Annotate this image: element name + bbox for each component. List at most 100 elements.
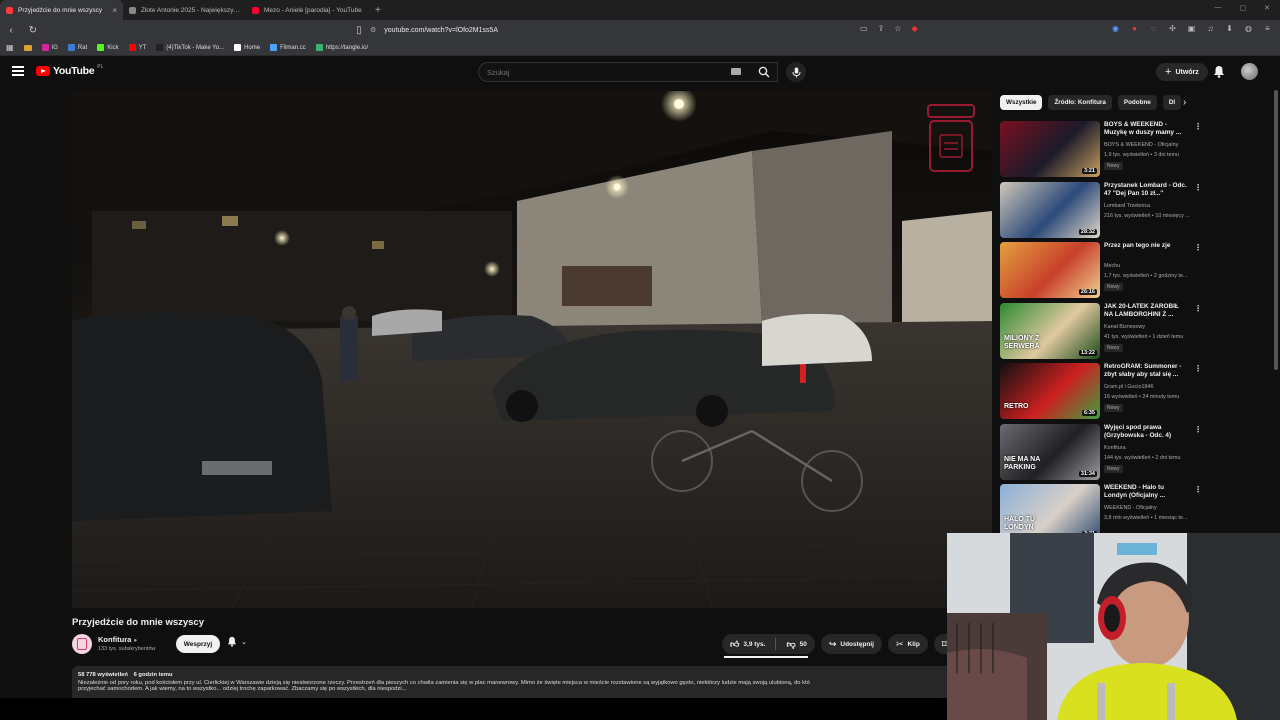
thumbs-up-icon[interactable]: 👍︎ (730, 639, 739, 650)
browser-tab[interactable]: Złote Antonie 2025 - Największy Plebiscy… (123, 0, 246, 20)
avatar[interactable] (1241, 63, 1258, 80)
video-thumbnail[interactable]: HALO TU LONDYN3:21 (1000, 484, 1100, 540)
like-count[interactable]: 3,9 tys. (743, 641, 765, 648)
menu-icon[interactable] (12, 66, 24, 76)
translate-icon[interactable]: ◉ (1111, 24, 1120, 33)
channel-name[interactable]: Konfitura ● (98, 635, 137, 644)
record-icon[interactable]: ● (1130, 24, 1139, 33)
filter-chip[interactable]: Źródło: Konfitura (1048, 95, 1112, 110)
tab-favicon-icon (252, 6, 259, 14)
bookmark-item[interactable]: https://tangle.io/ (315, 44, 368, 51)
downloads-icon[interactable]: ⬇ (1225, 24, 1234, 33)
minimize-button[interactable]: — (1215, 4, 1222, 12)
more-options-icon[interactable]: ⋮ (1194, 122, 1202, 131)
puzzle-icon[interactable]: ✣ (1168, 24, 1177, 33)
video-thumbnail[interactable]: 28:32 (1000, 181, 1100, 238)
recommendation-channel[interactable]: Mechu (1104, 263, 1204, 269)
bookmark-item[interactable]: YT (128, 44, 146, 51)
video-thumbnail[interactable]: RETRO 6:35 (1000, 363, 1100, 419)
close-tab-icon[interactable]: × (112, 6, 117, 15)
create-button[interactable]: + Utwórz (1156, 63, 1208, 81)
dislike-count[interactable]: 50 (800, 641, 807, 648)
scissors-icon: ✂ (895, 638, 904, 649)
scrollbar[interactable] (1274, 90, 1278, 370)
filter-chip[interactable]: Dl (1162, 95, 1182, 110)
voice-search-button[interactable] (786, 62, 806, 82)
video-thumbnail[interactable]: MILIONY Z SERWERA 13:22 (1000, 302, 1100, 359)
recommendation-channel[interactable]: Konfitura (1104, 445, 1204, 451)
bookmark-icon[interactable]: ▯ (348, 25, 370, 36)
thumbs-down-icon[interactable]: 👎︎ (786, 639, 795, 650)
recommendation-channel[interactable]: Kanał Biznesowy (1104, 324, 1204, 330)
youtube-logo[interactable]: YouTube PL (36, 64, 103, 77)
browser-tab[interactable]: Przyjedźcie do mnie wszyscy × (0, 0, 123, 20)
bookmark-item[interactable]: Kick (97, 44, 119, 51)
browser-tab[interactable]: Mezo - Aniele [parodia] - YouTube (246, 0, 369, 20)
more-options-icon[interactable]: ⋮ (1194, 304, 1202, 313)
recommendation-channel[interactable]: Gram.pl i Gucio1846 (1104, 384, 1204, 390)
more-options-icon[interactable]: ⋮ (1194, 364, 1202, 373)
video-player[interactable] (72, 91, 992, 608)
bookmark-item[interactable]: Filman.cc (270, 44, 306, 51)
extension-icon[interactable]: ◌ (1149, 24, 1158, 33)
music-icon[interactable]: ♫ (1206, 24, 1215, 33)
filter-chip[interactable]: Wszystkie (1000, 95, 1043, 110)
chevron-right-icon[interactable]: › (1183, 97, 1186, 108)
reload-icon[interactable]: ↻ (22, 25, 44, 36)
more-options-icon[interactable]: ⋮ (1194, 425, 1202, 434)
url-field[interactable]: ⚙ youtube.com/watch?v=lOfo2M1ss5A (370, 23, 910, 37)
filter-chip[interactable]: Podobne (1117, 95, 1157, 110)
share-button[interactable]: ↪ Udostępnij (820, 634, 882, 654)
browser-menu-icon[interactable]: ≡ (1263, 24, 1272, 33)
bookmark-item[interactable]: IG (41, 44, 58, 51)
video-thumbnail[interactable]: 3:21 (1000, 121, 1100, 177)
recommendation-item[interactable]: 28:32 Przystanek Lombard - Odc. 47 "Dej P… (1000, 181, 1270, 243)
recommendation-item[interactable]: NIE MA NA PARKING 31:34 Wyjęci spod prawa … (1000, 423, 1270, 485)
recommendation-item[interactable]: 26:16 Przez pan tego nie zje Mechu 1,7 tys.… (1000, 242, 1270, 303)
apps-icon[interactable]: ▦ (6, 43, 14, 52)
recommendation-channel[interactable]: BOYS & WEEKEND - Oficjalny (1104, 142, 1204, 148)
search-button[interactable] (750, 62, 778, 82)
cast-icon[interactable]: ▭ (860, 24, 868, 33)
recommendation-title[interactable]: JAK 20-LATEK ZAROBIŁ NA LAMBORGHINI Z ..… (1104, 303, 1188, 319)
recommendation-channel[interactable]: WEEKEND - Oficjalny (1104, 505, 1204, 511)
bookmark-item[interactable]: (4)TikTok - Make Yo... (156, 44, 224, 51)
star-icon[interactable]: ☆ (894, 24, 901, 33)
search-input[interactable] (487, 67, 727, 77)
description-box[interactable]: 58 778 wyświetleń 6 godzin temu Niezależ… (72, 666, 952, 702)
recommendation-title[interactable]: Przystanek Lombard - Odc. 47 "Dej Pan 10… (1104, 182, 1188, 198)
more-options-icon[interactable]: ⋮ (1194, 243, 1202, 252)
share-page-icon[interactable]: ⇪ (878, 24, 885, 33)
clip-button[interactable]: ✂ Klip (887, 634, 928, 654)
keyboard-icon[interactable] (731, 68, 741, 75)
close-window-button[interactable]: ✕ (1264, 4, 1270, 12)
bookmark-folder-icon[interactable] (23, 44, 32, 51)
video-thumbnail[interactable]: 26:16 (1000, 242, 1100, 298)
notification-button[interactable]: ⌄ (227, 636, 247, 647)
recommendation-item[interactable]: 3:21 BOYS & WEEKEND - Muzykę w duszy mamy… (1000, 121, 1270, 182)
profile-icon[interactable]: ◍ (1244, 24, 1253, 33)
recommendation-item[interactable]: MILIONY Z SERWERA 13:22 JAK 20-LATEK ZAROB… (1000, 302, 1270, 364)
recommendation-item[interactable]: RETRO 6:35 RetroGRAM: Summoner - zbyt słab… (1000, 363, 1270, 424)
sidepanel-icon[interactable]: ▣ (1187, 24, 1196, 33)
recommendation-channel[interactable]: Lombard Trzebnica (1104, 203, 1204, 209)
site-info-icon[interactable]: ⚙ (370, 26, 376, 34)
bell-icon[interactable] (1213, 65, 1225, 78)
channel-avatar[interactable] (72, 634, 92, 654)
support-button[interactable]: Wesprzyj (176, 635, 220, 653)
recommendation-title[interactable]: Przez pan tego nie zje (1104, 242, 1188, 250)
create-label: Utwórz (1175, 68, 1199, 76)
more-options-icon[interactable]: ⋮ (1194, 485, 1202, 494)
bookmark-item[interactable]: Rat (67, 44, 87, 51)
bookmark-item[interactable]: Home (234, 44, 260, 51)
more-options-icon[interactable]: ⋮ (1194, 183, 1202, 192)
recommendation-title[interactable]: RetroGRAM: Summoner - zbyt słaby aby sta… (1104, 363, 1188, 379)
new-tab-button[interactable]: + (369, 5, 387, 16)
maximize-button[interactable]: ▢ (1240, 4, 1247, 12)
recommendation-title[interactable]: BOYS & WEEKEND - Muzykę w duszy mamy ... (1104, 121, 1188, 137)
video-thumbnail[interactable]: NIE MA NA PARKING 31:34 (1000, 423, 1100, 480)
back-icon[interactable]: ‹ (0, 25, 22, 36)
recommendation-title[interactable]: Wyjęci spod prawa (Grzybowska - Odc. 4) (1104, 424, 1188, 440)
extension-shield-icon[interactable]: ◆ (911, 24, 917, 33)
recommendation-title[interactable]: WEEKEND - Halo tu Londyn (Oficjalny ... (1104, 484, 1188, 500)
